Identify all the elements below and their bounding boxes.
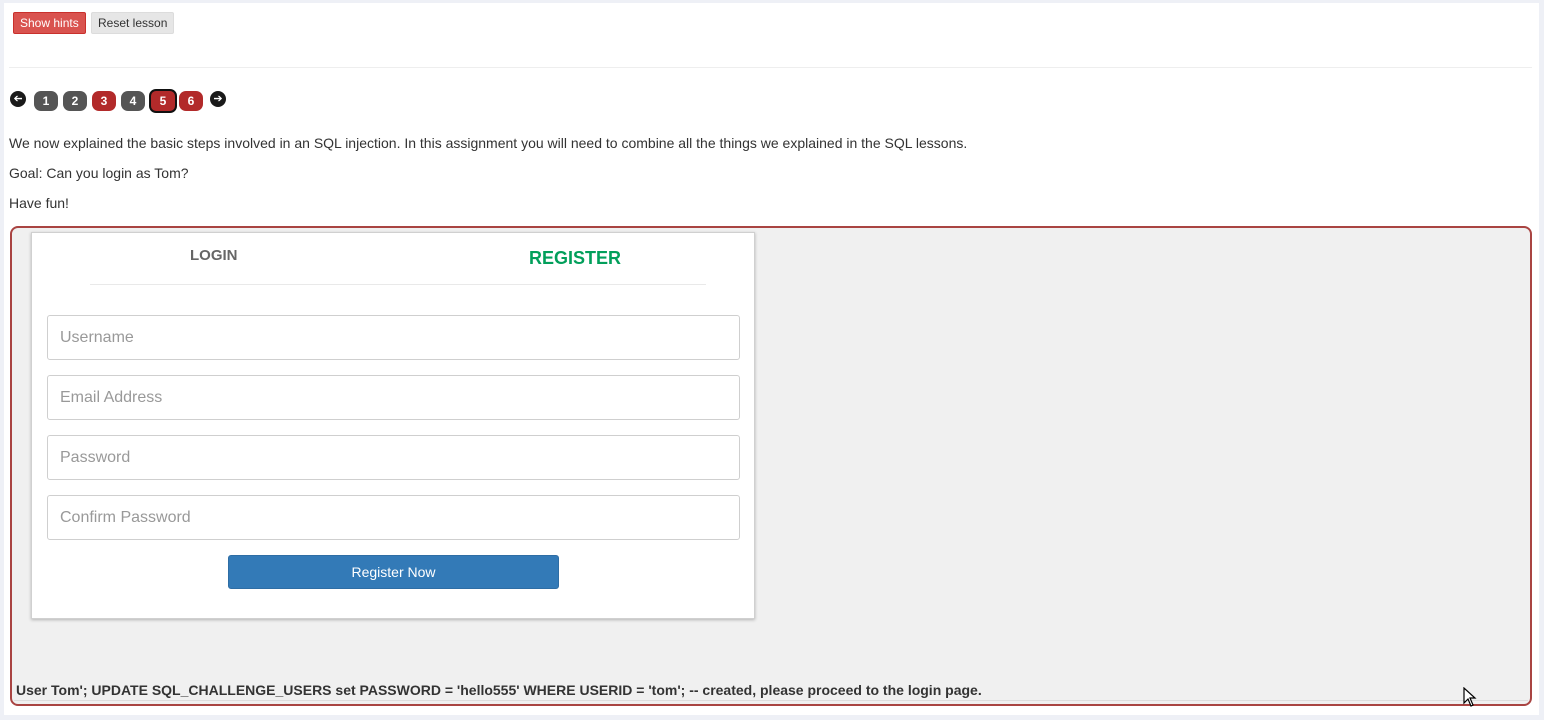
email-input[interactable]: [47, 375, 740, 420]
arrow-right-icon[interactable]: ➔: [210, 91, 226, 107]
mouse-cursor-icon: [1463, 687, 1477, 707]
password-input[interactable]: [47, 435, 740, 480]
tab-divider: [90, 284, 706, 285]
register-now-button[interactable]: Register Now: [228, 555, 559, 589]
username-input[interactable]: [47, 315, 740, 360]
page-link-1[interactable]: 1: [34, 91, 58, 111]
page-link-5-current[interactable]: 5: [149, 89, 177, 113]
page-link-6[interactable]: 6: [179, 91, 203, 111]
divider: [9, 67, 1532, 68]
tab-register[interactable]: REGISTER: [529, 248, 621, 269]
show-hints-button[interactable]: Show hints: [13, 12, 86, 34]
confirm-password-input[interactable]: [47, 495, 740, 540]
lesson-closing-text: Have fun!: [9, 195, 69, 211]
reset-lesson-button[interactable]: Reset lesson: [91, 12, 175, 34]
arrow-left-icon[interactable]: ➔: [10, 91, 26, 107]
lesson-intro-text: We now explained the basic steps involve…: [9, 135, 968, 151]
tab-login[interactable]: LOGIN: [190, 247, 238, 264]
login-register-panel: LOGIN REGISTER Register Now: [31, 232, 755, 619]
feedback-divider: [14, 700, 1528, 701]
feedback-message: User Tom'; UPDATE SQL_CHALLENGE_USERS se…: [16, 682, 982, 698]
page-link-3[interactable]: 3: [92, 91, 116, 111]
page-link-4[interactable]: 4: [121, 91, 145, 111]
page-link-2[interactable]: 2: [63, 91, 87, 111]
lesson-goal-text: Goal: Can you login as Tom?: [9, 165, 189, 181]
